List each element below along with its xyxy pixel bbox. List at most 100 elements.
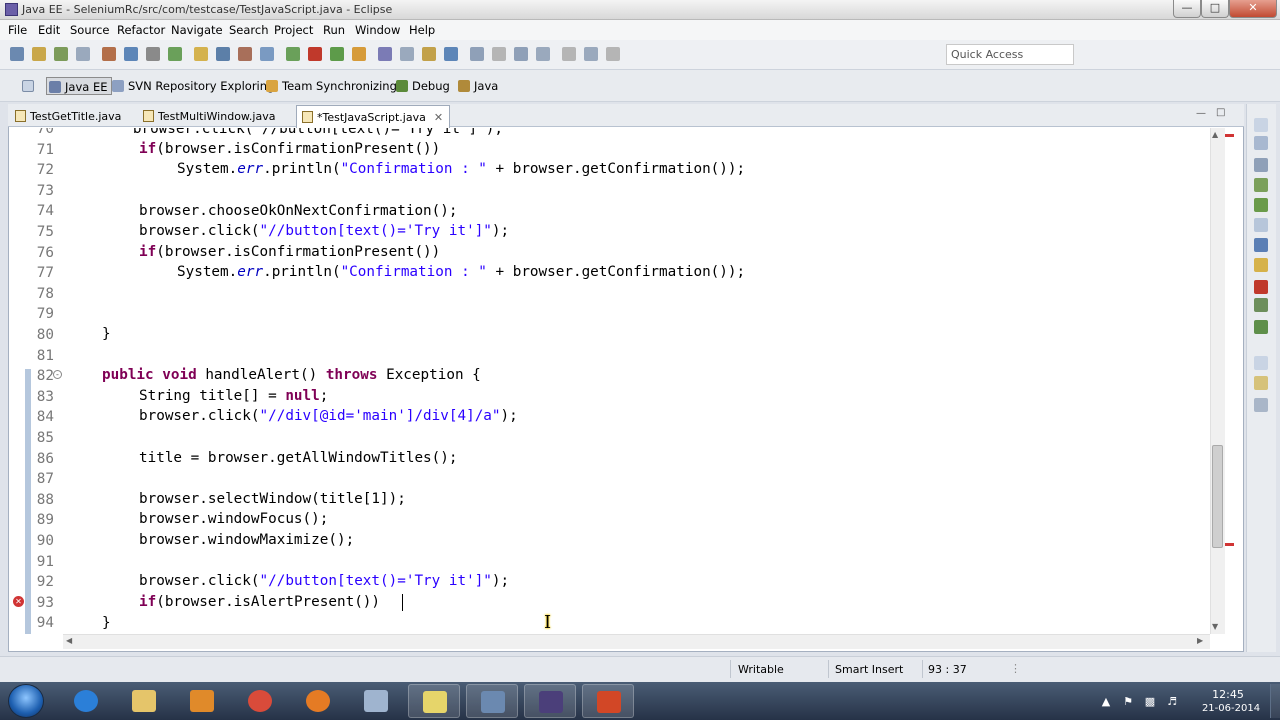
menu-file[interactable]: File: [8, 23, 27, 37]
taskbar-powerpoint[interactable]: [582, 684, 634, 718]
menu-refactor[interactable]: Refactor: [117, 23, 165, 37]
maximize-button[interactable]: □: [1201, 0, 1229, 18]
toolbar-action-icon[interactable]: [536, 47, 550, 61]
properties-icon[interactable]: [1254, 218, 1268, 232]
taskbar-explorer[interactable]: [118, 684, 170, 718]
toolbar-action-icon[interactable]: [102, 47, 116, 61]
start-button[interactable]: [8, 684, 44, 718]
close-tab-icon[interactable]: ✕: [434, 111, 443, 124]
servers-icon[interactable]: [1254, 178, 1268, 192]
tab-testjavascript[interactable]: *TestJavaScript.java ✕: [296, 105, 451, 128]
quick-access-input[interactable]: Quick Access: [946, 44, 1074, 65]
minimize-editor-icon[interactable]: —: [1196, 108, 1206, 119]
show-hidden-icons-icon[interactable]: ▲: [1100, 696, 1112, 708]
taskbar-tool[interactable]: [466, 684, 518, 718]
menu-source[interactable]: Source: [70, 23, 110, 37]
toolbar-action-icon[interactable]: [260, 47, 274, 61]
console-icon[interactable]: [1254, 238, 1268, 252]
vertical-scroll-thumb[interactable]: [1212, 445, 1223, 548]
toolbar-action-icon[interactable]: [470, 47, 484, 61]
perspective-label: Team Synchronizing: [282, 79, 397, 93]
menu-run[interactable]: Run: [323, 23, 345, 37]
history-icon[interactable]: [1254, 398, 1268, 412]
toolbar-action-icon[interactable]: [378, 47, 392, 61]
tab-testgettitle[interactable]: TestGetTitle.java: [10, 105, 127, 127]
scroll-down-arrow-icon[interactable]: ▼: [1212, 622, 1218, 631]
taskbar-internet-explorer[interactable]: [60, 684, 112, 718]
toolbar-action-icon[interactable]: [168, 47, 182, 61]
toolbar-action-icon[interactable]: [238, 47, 252, 61]
junit-icon[interactable]: [1254, 280, 1268, 294]
toolbar-action-icon[interactable]: [352, 47, 366, 61]
menu-window[interactable]: Window: [355, 23, 400, 37]
toolbar-action-icon[interactable]: [400, 47, 414, 61]
search-view-icon[interactable]: [1254, 376, 1268, 390]
perspective-team-sync[interactable]: Team Synchronizing: [264, 77, 401, 95]
toolbar-action-icon[interactable]: [562, 47, 576, 61]
toolbar-action-icon[interactable]: [514, 47, 528, 61]
scroll-right-arrow-icon[interactable]: ▶: [1197, 636, 1203, 645]
volume-icon[interactable]: ♬: [1166, 696, 1178, 708]
flag-icon[interactable]: ⚑: [1122, 696, 1134, 708]
scroll-left-arrow-icon[interactable]: ◀: [66, 636, 72, 645]
insert-mode-status[interactable]: Smart Insert: [835, 663, 903, 676]
taskbar-virtualbox[interactable]: [350, 684, 402, 718]
code-editor[interactable]: browser.click("//button[text()='Try it']…: [64, 128, 1210, 634]
menu-navigate[interactable]: Navigate: [171, 23, 223, 37]
restore-view-icon-2[interactable]: [1254, 356, 1268, 370]
menu-help[interactable]: Help: [409, 23, 435, 37]
taskbar-eclipse[interactable]: [524, 684, 576, 718]
tab-testmultiwindow[interactable]: TestMultiWindow.java: [138, 105, 281, 127]
perspective-svn[interactable]: SVN Repository Exploring: [110, 77, 278, 95]
restore-view-icon[interactable]: [1254, 118, 1268, 132]
clock-date[interactable]: 21-06-2014: [1194, 703, 1268, 714]
close-button[interactable]: ✕: [1229, 0, 1277, 18]
network-icon[interactable]: ▩: [1144, 696, 1156, 708]
toolbar-action-icon[interactable]: [492, 47, 506, 61]
scroll-up-arrow-icon[interactable]: ▲: [1212, 130, 1218, 139]
clock-time[interactable]: 12:45: [1198, 688, 1258, 701]
toolbar-action-icon[interactable]: [54, 47, 68, 61]
toolbar-action-icon[interactable]: [330, 47, 344, 61]
task-list-icon[interactable]: [1254, 198, 1268, 212]
hierarchy-icon[interactable]: [1254, 298, 1268, 312]
error-marker-icon[interactable]: ✕: [13, 596, 24, 607]
menu-project[interactable]: Project: [274, 23, 313, 37]
toolbar-action-icon[interactable]: [606, 47, 620, 61]
taskbar-media-player[interactable]: [176, 684, 228, 718]
outline-icon[interactable]: [1254, 158, 1268, 172]
toolbar-action-icon[interactable]: [194, 47, 208, 61]
snippets-icon[interactable]: [1254, 258, 1268, 272]
package-explorer-icon[interactable]: [1254, 136, 1268, 150]
horizontal-scrollbar[interactable]: [63, 634, 1210, 649]
problems-icon[interactable]: [1254, 320, 1268, 334]
perspective-debug[interactable]: Debug: [394, 77, 454, 95]
menu-edit[interactable]: Edit: [38, 23, 60, 37]
toolbar-action-icon[interactable]: [32, 47, 46, 61]
taskbar-chrome[interactable]: [234, 684, 286, 718]
taskbar-notes[interactable]: [408, 684, 460, 718]
minimize-button[interactable]: —: [1173, 0, 1201, 18]
toolbar-action-icon[interactable]: [286, 47, 300, 61]
perspective-java-ee[interactable]: Java EE: [46, 77, 113, 95]
toolbar-action-icon[interactable]: [308, 47, 322, 61]
maximize-editor-icon[interactable]: □: [1216, 107, 1225, 118]
status-more-icon[interactable]: ⋮: [1010, 662, 1021, 675]
menu-search[interactable]: Search: [229, 23, 269, 37]
toolbar-action-icon[interactable]: [76, 47, 90, 61]
open-perspective-button[interactable]: [20, 77, 38, 95]
toolbar-action-icon[interactable]: [216, 47, 230, 61]
toolbar-action-icon[interactable]: [584, 47, 598, 61]
collapse-fold-icon[interactable]: -: [53, 370, 62, 379]
overview-error-marker[interactable]: [1225, 543, 1234, 546]
toolbar-action-icon[interactable]: [422, 47, 436, 61]
toolbar-action-icon[interactable]: [146, 47, 160, 61]
overview-error-marker[interactable]: [1225, 134, 1234, 137]
taskbar-firefox[interactable]: [292, 684, 344, 718]
toolbar-action-icon[interactable]: [444, 47, 458, 61]
show-desktop-button[interactable]: [1270, 684, 1280, 718]
vertical-scrollbar[interactable]: [1210, 128, 1225, 634]
perspective-java[interactable]: Java: [456, 77, 502, 95]
toolbar-action-icon[interactable]: [10, 47, 24, 61]
toolbar-action-icon[interactable]: [124, 47, 138, 61]
